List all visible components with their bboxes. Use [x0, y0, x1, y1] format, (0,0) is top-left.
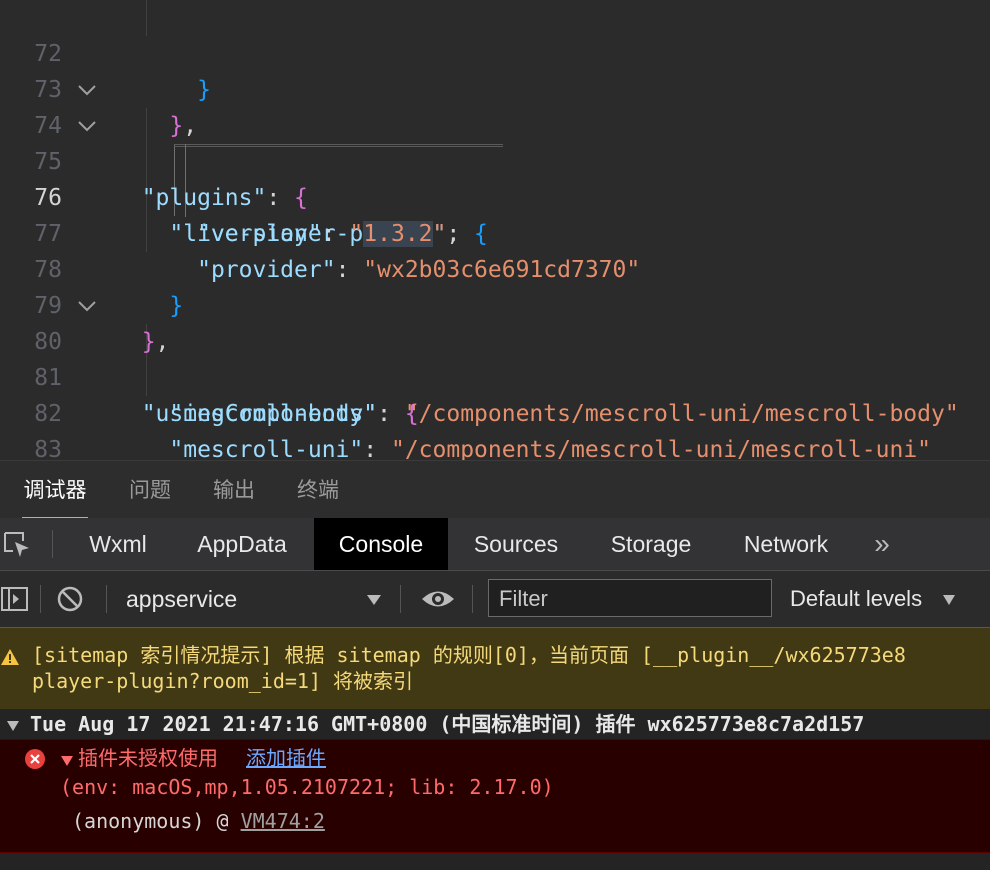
chevron-down-icon[interactable] [942, 593, 956, 605]
tab-problems[interactable]: 问题 [126, 461, 174, 519]
tab-console[interactable]: Console [314, 518, 448, 570]
stack-frame: (anonymous) @ VM474:2 [72, 809, 325, 833]
tab-network[interactable]: Network [728, 518, 844, 570]
console-group-header[interactable]: Tue Aug 17 2021 21:47:16 GMT+0800 (中国标准时… [0, 709, 990, 739]
code-line-81: 81 "mescroll-body": "/components/mescrol… [0, 324, 990, 427]
triangle-down-icon[interactable] [60, 754, 74, 766]
tab-appdata[interactable]: AppData [180, 518, 304, 570]
tab-wxml[interactable]: Wxml [70, 518, 166, 570]
code-line-75: 75 "live-player-plugin": { [0, 108, 990, 247]
error-message: 插件未授权使用 [78, 748, 218, 770]
code-line-83: 83 } [0, 396, 990, 460]
error-env-info: (env: macOS,mp,1.05.2107221; lib: 2.17.0… [60, 775, 554, 799]
code-line-78: 78 } [0, 216, 990, 319]
console-warning-row: [sitemap 索引情况提示] 根据 sitemap 的规则[0]，当前页面 … [0, 627, 990, 711]
warning-icon [0, 648, 20, 666]
tab-sources[interactable]: Sources [460, 518, 572, 570]
error-icon [24, 748, 46, 770]
toolbar-divider [400, 585, 401, 613]
code-line-72: 72 } [0, 0, 990, 103]
tab-output[interactable]: 输出 [210, 461, 258, 519]
context-select[interactable]: appservice [126, 571, 237, 627]
tab-storage[interactable]: Storage [596, 518, 706, 570]
add-plugin-link[interactable]: 添加插件 [246, 744, 326, 774]
triangle-down-icon[interactable] [6, 719, 20, 731]
fold-chevron-down-icon[interactable] [76, 117, 98, 135]
toolbar-divider [472, 585, 473, 613]
code-line-74: 74 "plugins": { [0, 72, 990, 211]
console-error-row: 插件未授权使用 添加插件 (env: macOS,mp,1.05.2107221… [0, 739, 990, 853]
eye-icon[interactable] [420, 586, 456, 612]
filter-input[interactable]: Filter [488, 579, 772, 617]
clear-console-icon[interactable] [56, 585, 84, 613]
log-levels-select[interactable]: Default levels [790, 571, 922, 627]
debugger-tab-bar: 调试器 问题 输出 终端 [0, 460, 990, 519]
code-line-77: 77 "provider": "wx2b03c6e691cd7370" [0, 180, 990, 283]
code-line-79: 79 }, [0, 252, 990, 355]
code-line-82: 82 "mescroll-uni": "/components/mescroll… [0, 360, 990, 460]
code-line-73: 73 }, [0, 36, 990, 139]
more-tabs-icon[interactable]: » [862, 518, 902, 570]
devtools-panel-tabs: Wxml AppData Console Sources Storage Net… [0, 518, 990, 571]
fold-chevron-down-icon[interactable] [76, 297, 98, 315]
warning-message: [sitemap 索引情况提示] 根据 sitemap 的规则[0]，当前页面 … [32, 643, 906, 693]
group-title: Tue Aug 17 2021 21:47:16 GMT+0800 (中国标准时… [30, 712, 865, 736]
toolbar-divider [106, 585, 107, 613]
toolbar-divider [40, 585, 41, 613]
fold-chevron-down-icon[interactable] [76, 81, 98, 99]
stack-source-link[interactable]: VM474:2 [241, 809, 325, 833]
console-output: [sitemap 索引情况提示] 根据 sitemap 的规则[0]，当前页面 … [0, 627, 990, 870]
tab-terminal[interactable]: 终端 [294, 461, 342, 519]
inspect-element-icon[interactable] [2, 530, 32, 560]
code-line-76: 76 "version": "1.3.2", [0, 144, 990, 247]
chevron-down-icon[interactable] [366, 593, 382, 605]
code-editor[interactable]: 72 } 73 }, 74 "plugins": { 75 "live-play… [0, 0, 990, 460]
toolbar-divider [52, 530, 53, 558]
sidebar-toggle-icon[interactable] [0, 585, 30, 613]
tab-debugger[interactable]: 调试器 [22, 461, 88, 519]
code-line-84: 84 } [0, 432, 990, 460]
code-line-80: 80 "usingComponents": { [0, 288, 990, 427]
console-toolbar: appservice Filter Default levels [0, 571, 990, 628]
